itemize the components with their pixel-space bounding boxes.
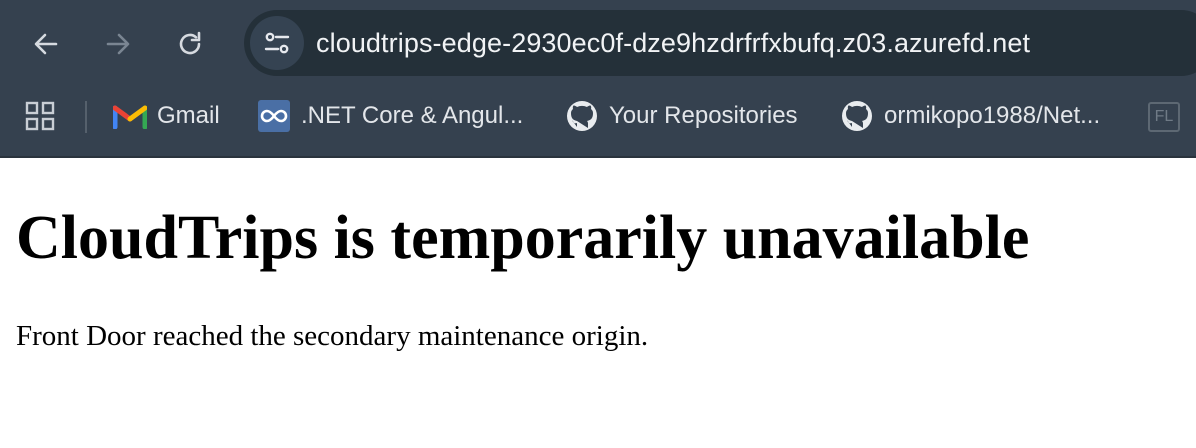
github-icon bbox=[565, 99, 599, 133]
browser-chrome: cloudtrips-edge-2930ec0f-dze9hzdrfrfxbuf… bbox=[0, 0, 1196, 158]
arrow-right-icon bbox=[106, 33, 130, 55]
bookmarks-bar: Gmail .NET Core & Angul... Your Reposito… bbox=[0, 92, 1196, 142]
arrow-left-icon bbox=[34, 33, 58, 55]
gmail-icon bbox=[113, 99, 147, 133]
page-content: CloudTrips is temporarily unavailable Fr… bbox=[0, 158, 1196, 448]
apps-button[interactable] bbox=[22, 98, 58, 134]
bookmark-overflow-favicon[interactable]: FL bbox=[1148, 102, 1180, 132]
apps-grid-icon bbox=[25, 101, 55, 131]
bookmark-label: Gmail bbox=[157, 102, 220, 129]
github-icon bbox=[840, 99, 874, 133]
bookmark-ormikopo-repo[interactable]: ormikopo1988/Net... bbox=[840, 96, 1100, 136]
page-title: CloudTrips is temporarily unavailable bbox=[16, 204, 1030, 272]
bookmark-gmail[interactable]: Gmail bbox=[113, 96, 220, 136]
reload-icon bbox=[179, 31, 201, 55]
site-info-button[interactable] bbox=[250, 16, 304, 70]
address-bar[interactable]: cloudtrips-edge-2930ec0f-dze9hzdrfrfxbuf… bbox=[244, 10, 1196, 76]
bookmark-label: ormikopo1988/Net... bbox=[884, 102, 1101, 129]
forward-button[interactable] bbox=[96, 22, 140, 66]
url-text[interactable]: cloudtrips-edge-2930ec0f-dze9hzdrfrfxbuf… bbox=[316, 26, 1030, 60]
browser-toolbar: cloudtrips-edge-2930ec0f-dze9hzdrfrfxbuf… bbox=[0, 0, 1196, 86]
site-settings-icon bbox=[264, 32, 290, 54]
bookmarks-divider bbox=[85, 101, 87, 133]
back-button[interactable] bbox=[24, 22, 68, 66]
bookmark-your-repositories[interactable]: Your Repositories bbox=[565, 96, 798, 136]
bookmark-label: Your Repositories bbox=[609, 102, 798, 129]
bookmark-net-core-angular[interactable]: .NET Core & Angul... bbox=[257, 96, 523, 136]
infinity-icon bbox=[257, 99, 291, 133]
reload-button[interactable] bbox=[168, 22, 212, 66]
bookmark-label: .NET Core & Angul... bbox=[301, 102, 524, 129]
page-message: Front Door reached the secondary mainten… bbox=[16, 320, 649, 352]
